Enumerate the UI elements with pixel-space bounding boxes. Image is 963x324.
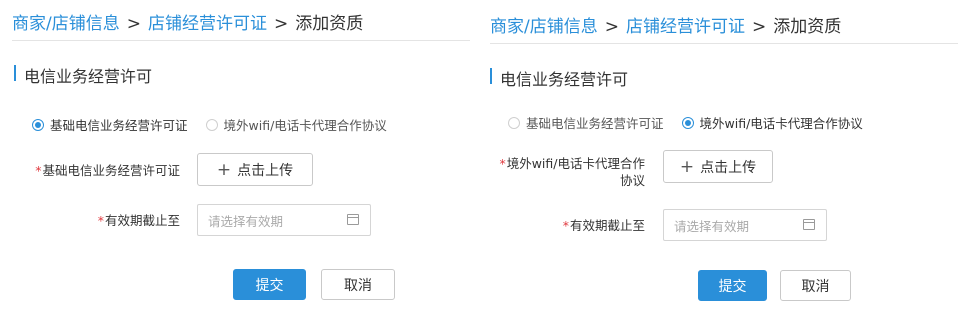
radio-label: 基础电信业务经营许可证 xyxy=(526,116,664,131)
breadcrumb: 商家/店铺信息 > 店铺经营许可证 > 添加资质 xyxy=(490,12,841,37)
breadcrumb-separator: > xyxy=(126,14,141,34)
license-type-radio-group: 基础电信业务经营许可证 境外wifi/电话卡代理合作协议 xyxy=(32,115,405,134)
radio-checked-icon xyxy=(32,118,44,131)
breadcrumb-separator: > xyxy=(273,14,289,34)
upload-button[interactable]: + 点击上传 xyxy=(663,150,773,183)
upload-button-label: 点击上传 xyxy=(237,162,294,179)
header-divider xyxy=(490,43,958,44)
add-qualification-panel-basic: 商家/店铺信息 > 店铺经营许可证 > 添加资质 电信业务经营许可 基础电信业务经营许可… xyxy=(0,0,470,324)
radio-label: 基础电信业务经营许可证 xyxy=(50,118,188,133)
required-mark: * xyxy=(499,156,506,171)
upload-button[interactable]: + 点击上传 xyxy=(197,153,313,186)
upload-button-label: 点击上传 xyxy=(700,159,757,176)
radio-checked-icon xyxy=(681,116,694,129)
breadcrumb-separator: > xyxy=(751,17,767,37)
plus-icon: + xyxy=(679,156,695,177)
radio-basic-telecom-license[interactable]: 基础电信业务经营许可证 xyxy=(508,113,664,132)
cert-upload-label-text: 基础电信业务经营许可证 xyxy=(42,163,180,178)
wifi-label-line1: 境外wifi/电话卡代理合作 xyxy=(506,156,645,171)
cancel-button[interactable]: 取消 xyxy=(780,270,851,301)
wifi-label-line2: 协议 xyxy=(619,173,645,188)
date-placeholder: 请选择有效期 xyxy=(208,213,284,229)
radio-overseas-wifi-agreement[interactable]: 境外wifi/电话卡代理合作协议 xyxy=(205,115,387,134)
calendar-icon[interactable] xyxy=(347,214,359,225)
validity-label-text: 有效期截止至 xyxy=(569,218,645,233)
validity-label-text: 有效期截止至 xyxy=(104,213,180,228)
cancel-button[interactable]: 取消 xyxy=(321,269,395,300)
breadcrumb-shop-license[interactable]: 店铺经营许可证 xyxy=(148,14,267,34)
add-qualification-panel-wifi: 商家/店铺信息 > 店铺经营许可证 > 添加资质 电信业务经营许可 基础电信业务经营许可… xyxy=(478,0,963,324)
breadcrumb-separator: > xyxy=(604,17,619,37)
section-title: 电信业务经营许可 xyxy=(490,66,628,90)
breadcrumb-shop-license[interactable]: 店铺经营许可证 xyxy=(626,17,745,37)
required-mark: * xyxy=(562,218,569,233)
submit-button[interactable]: 提交 xyxy=(698,270,767,301)
radio-basic-telecom-license[interactable]: 基础电信业务经营许可证 xyxy=(32,115,188,134)
validity-label: *有效期截止至 xyxy=(60,212,180,229)
breadcrumb-current: 添加资质 xyxy=(773,17,842,37)
radio-unchecked-icon xyxy=(205,118,218,131)
radio-unchecked-icon xyxy=(508,116,520,129)
license-type-radio-group: 基础电信业务经营许可证 境外wifi/电话卡代理合作协议 xyxy=(508,113,881,132)
validity-date-input[interactable]: 请选择有效期 xyxy=(197,204,371,236)
required-mark: * xyxy=(97,213,104,228)
radio-label: 境外wifi/电话卡代理合作协议 xyxy=(699,116,863,131)
breadcrumb-shop-info[interactable]: 商家/店铺信息 xyxy=(12,14,120,34)
validity-date-input[interactable]: 请选择有效期 xyxy=(663,209,827,241)
header-divider xyxy=(12,40,470,41)
required-mark: * xyxy=(35,163,42,178)
cert-upload-label: *基础电信业务经营许可证 xyxy=(18,162,180,179)
date-placeholder: 请选择有效期 xyxy=(674,218,750,234)
wifi-agreement-upload-label: *境外wifi/电话卡代理合作 协议 xyxy=(492,155,645,189)
screenshot-root: 商家/店铺信息 > 店铺经营许可证 > 添加资质 电信业务经营许可 基础电信业务经营许可… xyxy=(0,0,963,324)
calendar-icon[interactable] xyxy=(803,219,815,230)
plus-icon: + xyxy=(216,159,232,180)
radio-overseas-wifi-agreement[interactable]: 境外wifi/电话卡代理合作协议 xyxy=(681,113,863,132)
validity-label: *有效期截止至 xyxy=(538,217,645,234)
radio-label: 境外wifi/电话卡代理合作协议 xyxy=(223,118,387,133)
breadcrumb-shop-info[interactable]: 商家/店铺信息 xyxy=(490,17,598,37)
breadcrumb-current: 添加资质 xyxy=(295,14,364,34)
section-title: 电信业务经营许可 xyxy=(14,63,152,87)
breadcrumb: 商家/店铺信息 > 店铺经营许可证 > 添加资质 xyxy=(12,9,363,34)
submit-button[interactable]: 提交 xyxy=(233,269,306,300)
